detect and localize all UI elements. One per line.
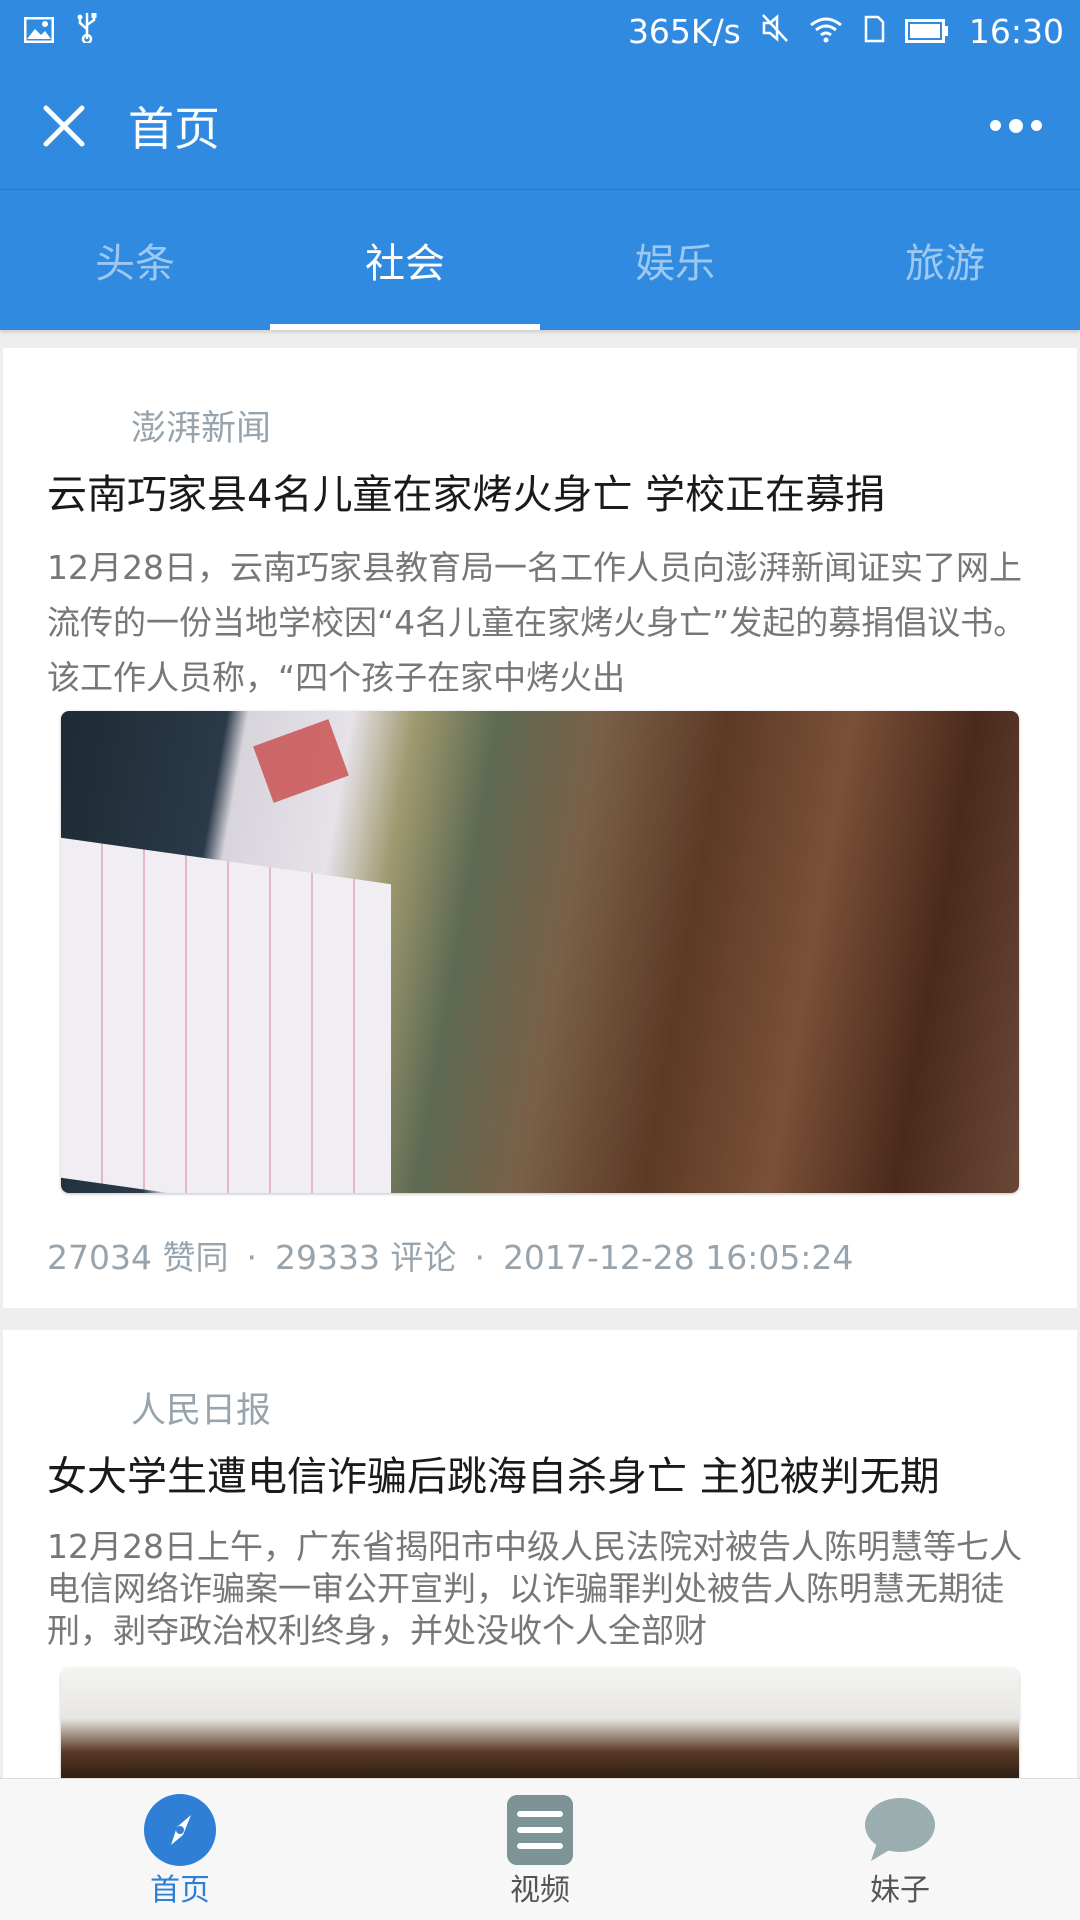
tab-society[interactable]: 社会	[270, 190, 540, 330]
compass-icon	[143, 1793, 217, 1867]
sim-icon	[863, 12, 885, 51]
news-summary: 12月28日，云南巧家县教育局一名工作人员向澎湃新闻证实了网上流传的一份当地学校…	[47, 548, 1027, 697]
nav-label: 妹子	[870, 1873, 930, 1908]
more-dot-icon	[990, 120, 1001, 131]
nav-item-video[interactable]: 视频	[360, 1779, 720, 1920]
battery-icon	[904, 12, 949, 51]
close-icon	[43, 105, 85, 146]
publish-time: 2017-12-28 16:05:24	[502, 1238, 854, 1277]
chat-bubble-icon	[863, 1793, 937, 1867]
clock: 16:30	[968, 11, 1064, 51]
nav-label: 首页	[150, 1873, 210, 1908]
close-button[interactable]	[22, 84, 106, 168]
category-tabs: 头条 社会 娱乐 旅游	[0, 190, 1080, 330]
news-source: 人民日报	[131, 1391, 272, 1431]
news-source: 澎湃新闻	[131, 409, 272, 449]
news-thumbnail[interactable]	[61, 711, 1019, 1193]
more-dot-icon	[1009, 118, 1023, 133]
news-feed: 澎湃新闻 云南巧家县4名儿童在家烤火身亡 学校正在募捐 12月28日，云南巧家县…	[0, 348, 1080, 1780]
status-bar: 365K/s 16:30	[0, 0, 1080, 62]
more-options-button[interactable]	[974, 84, 1058, 168]
tab-travel[interactable]: 旅游	[810, 190, 1080, 330]
separator-dot: ·	[474, 1238, 485, 1277]
wifi-icon	[809, 12, 843, 51]
bottom-nav: 首页 视频 妹子	[0, 1778, 1080, 1920]
separator-dot: ·	[246, 1238, 257, 1277]
network-speed: 365K/s	[627, 11, 741, 51]
more-dot-icon	[1031, 120, 1042, 131]
news-card[interactable]: 人民日报 女大学生遭电信诈骗后跳海自杀身亡 主犯被判无期 12月28日上午，广东…	[3, 1330, 1077, 1780]
nav-item-home[interactable]: 首页	[0, 1779, 360, 1920]
news-meta: 27034 赞同 · 29333 评论 · 2017-12-28 16:05:24	[47, 1193, 1033, 1308]
news-thumbnail[interactable]	[61, 1668, 1019, 1780]
comments-count: 29333 评论	[274, 1238, 457, 1277]
tab-headlines[interactable]: 头条	[0, 190, 270, 330]
usb-icon	[76, 11, 98, 51]
news-headline[interactable]: 女大学生遭电信诈骗后跳海自杀身亡 主犯被判无期	[47, 1450, 1033, 1504]
list-icon	[503, 1793, 577, 1867]
nav-label: 视频	[510, 1873, 570, 1908]
news-card[interactable]: 澎湃新闻 云南巧家县4名儿童在家烤火身亡 学校正在募捐 12月28日，云南巧家县…	[3, 348, 1077, 1308]
tab-entertainment[interactable]: 娱乐	[540, 190, 810, 330]
news-headline[interactable]: 云南巧家县4名儿童在家烤火身亡 学校正在募捐	[47, 468, 1033, 522]
thumbnail-red-detail	[253, 719, 349, 803]
likes-count: 27034 赞同	[47, 1238, 229, 1277]
page-title: 首页	[128, 101, 220, 156]
thumbnail-paper-detail	[61, 837, 391, 1193]
mute-icon	[761, 12, 789, 51]
nav-item-girls[interactable]: 妹子	[720, 1779, 1080, 1920]
news-summary: 12月28日上午，广东省揭阳市中级人民法院对被告人陈明慧等七人电信网络诈骗案一审…	[47, 1527, 1022, 1650]
app-bar: 首页	[0, 62, 1080, 190]
image-notification-icon	[23, 12, 55, 51]
